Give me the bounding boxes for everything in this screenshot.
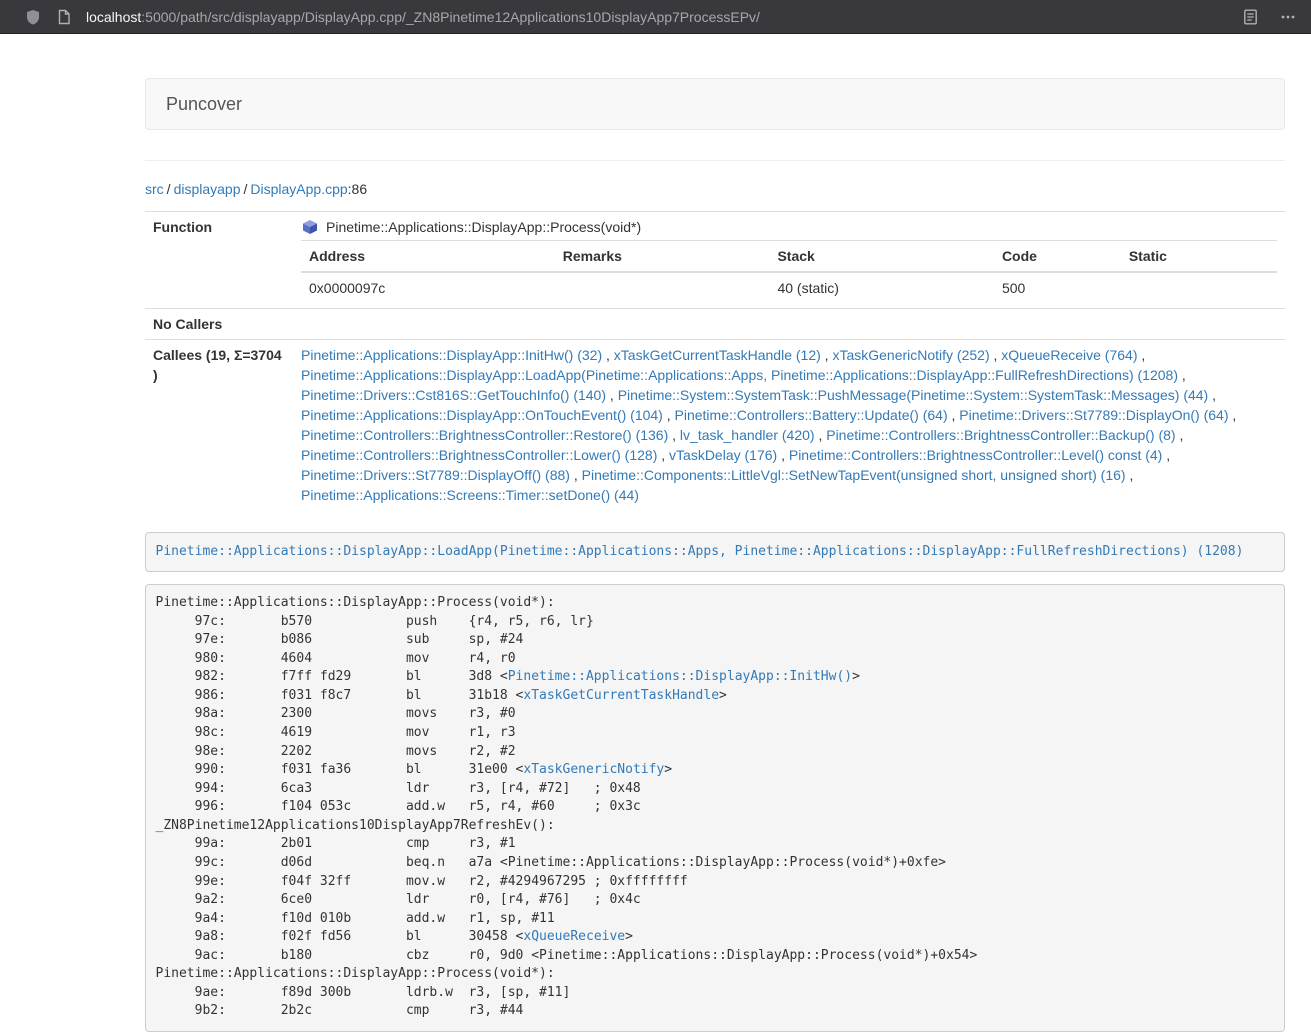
callee-link[interactable]: lv_task_handler (420) (680, 427, 815, 443)
brand-link[interactable]: Puncover (166, 94, 242, 114)
line-number: :86 (348, 181, 367, 197)
function-row-label: Function (145, 212, 293, 309)
page-info-icon[interactable] (55, 8, 73, 26)
metrics-header-row: Address Remarks Stack Code Static (301, 241, 1277, 273)
column-remarks: Remarks (555, 241, 770, 273)
no-callers-cell (293, 309, 1285, 340)
function-symbol: Pinetime::Applications::DisplayApp::Proc… (301, 217, 1277, 237)
function-table: Function Pinetime::Applications::Display… (145, 211, 1285, 510)
function-name: Pinetime::Applications::DisplayApp::Proc… (326, 217, 641, 237)
disasm-symbol-link[interactable]: xTaskGenericNotify (523, 762, 664, 777)
breadcrumb-link-src[interactable]: src (145, 181, 164, 197)
static-value (1121, 272, 1277, 303)
highlight-box: Pinetime::Applications::DisplayApp::Load… (145, 532, 1285, 572)
callee-link[interactable]: Pinetime::Applications::DisplayApp::OnTo… (301, 407, 663, 423)
breadcrumb: src/displayapp/DisplayApp.cpp:86 (145, 181, 1285, 197)
callee-link[interactable]: Pinetime::Components::LittleVgl::SetNewT… (582, 467, 1126, 483)
no-callers-label: No Callers (145, 309, 293, 340)
callee-link[interactable]: Pinetime::System::SystemTask::PushMessag… (618, 387, 1209, 403)
highlight-callee-link[interactable]: Pinetime::Applications::DisplayApp::Load… (156, 544, 1244, 559)
divider (145, 160, 1285, 161)
disasm-symbol-link[interactable]: xQueueReceive (523, 929, 625, 944)
callee-link[interactable]: Pinetime::Controllers::BrightnessControl… (789, 447, 1162, 463)
address-value: 0x0000097c (301, 272, 555, 303)
remarks-value (555, 272, 770, 303)
metrics-value-row: 0x0000097c 40 (static) 500 (301, 272, 1277, 303)
more-menu-icon[interactable] (1279, 8, 1297, 26)
callee-link[interactable]: xTaskGenericNotify (252) (832, 347, 989, 363)
no-callers-row: No Callers (145, 309, 1285, 340)
callee-link[interactable]: xTaskGetCurrentTaskHandle (12) (614, 347, 821, 363)
url-bar[interactable]: localhost:5000/path/src/displayapp/Displ… (86, 9, 1229, 25)
breadcrumb-separator: / (167, 181, 171, 197)
page-container: Puncover src/displayapp/DisplayApp.cpp:8… (130, 78, 1300, 1032)
callees-list: Pinetime::Applications::DisplayApp::Init… (293, 340, 1285, 511)
callee-link[interactable]: Pinetime::Applications::DisplayApp::Load… (301, 367, 1178, 383)
breadcrumb-separator: / (244, 181, 248, 197)
callee-link[interactable]: Pinetime::Applications::DisplayApp::Init… (301, 347, 602, 363)
callee-link[interactable]: Pinetime::Drivers::St7789::DisplayOff() … (301, 467, 570, 483)
callee-link[interactable]: Pinetime::Controllers::BrightnessControl… (301, 427, 668, 443)
shield-icon[interactable] (24, 8, 42, 26)
callees-label: Callees (19, Σ=3704 ) (145, 340, 293, 511)
column-code: Code (994, 241, 1121, 273)
reader-view-icon[interactable] (1241, 8, 1259, 26)
function-cell: Pinetime::Applications::DisplayApp::Proc… (293, 212, 1285, 309)
breadcrumb-link-file[interactable]: DisplayApp.cpp (250, 181, 347, 197)
callee-link[interactable]: xQueueReceive (764) (1001, 347, 1137, 363)
stack-value: 40 (static) (769, 272, 993, 303)
callees-row: Callees (19, Σ=3704 ) Pinetime::Applicat… (145, 340, 1285, 511)
callee-link[interactable]: vTaskDelay (176) (669, 447, 777, 463)
disasm-symbol-link[interactable]: Pinetime::Applications::DisplayApp::Init… (508, 669, 852, 684)
callee-link[interactable]: Pinetime::Drivers::St7789::DisplayOn() (… (959, 407, 1228, 423)
app-header: Puncover (145, 78, 1285, 130)
column-static: Static (1121, 241, 1277, 273)
url-path: :5000/path/src/displayapp/DisplayApp.cpp… (141, 9, 760, 25)
column-address: Address (301, 241, 555, 273)
callee-link[interactable]: Pinetime::Drivers::Cst816S::GetTouchInfo… (301, 387, 606, 403)
callee-link[interactable]: Pinetime::Controllers::BrightnessControl… (826, 427, 1175, 443)
browser-toolbar: localhost:5000/path/src/displayapp/Displ… (0, 0, 1311, 34)
disassembly-code: Pinetime::Applications::DisplayApp::Proc… (145, 584, 1285, 1032)
url-host: localhost (86, 9, 141, 25)
function-cube-icon (301, 218, 319, 236)
breadcrumb-link-displayapp[interactable]: displayapp (174, 181, 241, 197)
callee-link[interactable]: Pinetime::Controllers::BrightnessControl… (301, 447, 657, 463)
metrics-table: Address Remarks Stack Code Static 0x0000… (301, 240, 1277, 303)
toolbar-right (1229, 8, 1297, 26)
callee-link[interactable]: Pinetime::Applications::Screens::Timer::… (301, 487, 639, 503)
column-stack: Stack (769, 241, 993, 273)
function-row: Function Pinetime::Applications::Display… (145, 212, 1285, 309)
code-value: 500 (994, 272, 1121, 303)
disasm-symbol-link[interactable]: xTaskGetCurrentTaskHandle (523, 688, 719, 703)
callee-link[interactable]: Pinetime::Controllers::Battery::Update()… (675, 407, 948, 423)
